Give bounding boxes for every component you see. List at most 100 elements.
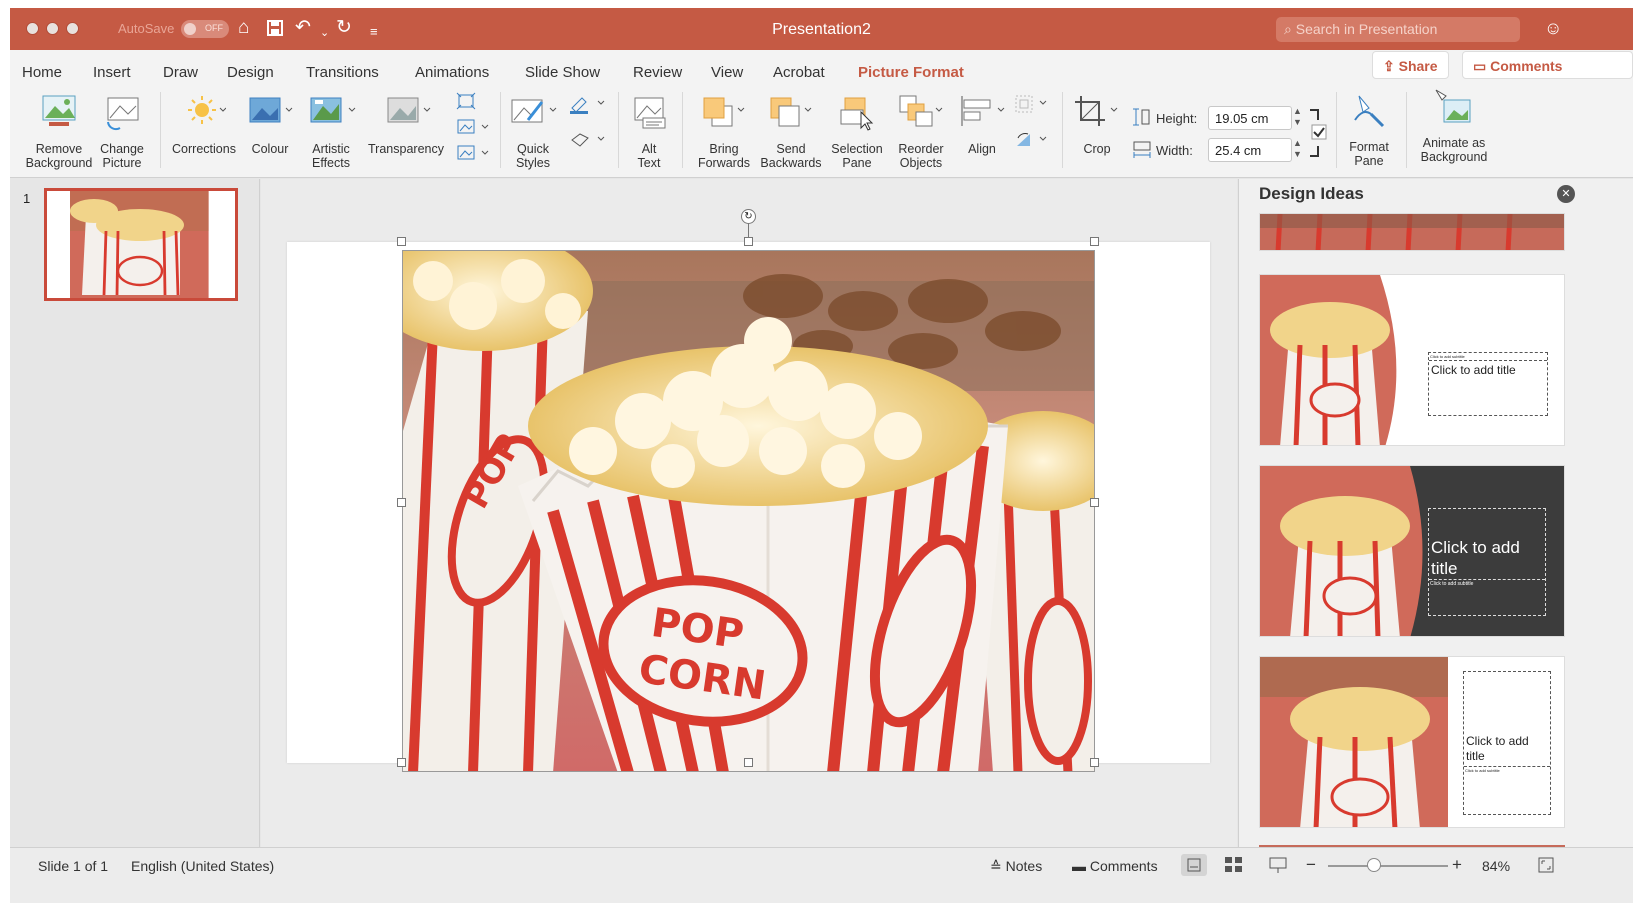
quick-styles-icon	[508, 92, 558, 136]
alt-text-button[interactable]: Alt Text	[626, 84, 672, 170]
remove-background-button[interactable]: Remove Background	[24, 84, 94, 170]
quick-styles-label-1: Quick	[517, 142, 549, 156]
bring-forwards-button[interactable]: Bring Forwards	[694, 84, 754, 170]
send-backwards-button[interactable]: Send Backwards	[758, 84, 824, 170]
resize-handle-left[interactable]	[397, 498, 406, 507]
resize-handle-top[interactable]	[744, 237, 753, 246]
slide-thumbnail[interactable]	[44, 188, 238, 301]
rotate-objects-icon[interactable]	[1014, 130, 1054, 150]
design-idea-3-title-placeholder: Click to add title Click to add subtitle	[1463, 671, 1551, 815]
reset-picture-icon[interactable]	[456, 144, 490, 162]
crop-button[interactable]: Crop	[1070, 84, 1124, 156]
rotate-handle-icon[interactable]: ↻	[741, 209, 756, 224]
tab-transitions[interactable]: Transitions	[306, 64, 379, 81]
design-idea-3-subtitle: Click to add subtitle	[1464, 766, 1550, 774]
reorder-objects-label-2: Objects	[899, 156, 943, 170]
share-button[interactable]: ⇪ Share	[1372, 51, 1449, 79]
quick-styles-button[interactable]: Quick Styles	[508, 84, 558, 170]
alt-text-label-2: Text	[637, 156, 661, 170]
animate-as-background-button[interactable]: Animate as Background	[1412, 84, 1496, 164]
height-input[interactable]: 19.05 cm	[1208, 106, 1292, 130]
corrections-label: Corrections	[172, 142, 236, 156]
comments-status-button[interactable]: ▬ Comments	[1072, 858, 1158, 874]
resize-handle-top-right[interactable]	[1090, 237, 1099, 246]
resize-handle-top-left[interactable]	[397, 237, 406, 246]
tab-picture-format[interactable]: Picture Format	[858, 64, 964, 89]
height-stepper[interactable]: ▲ ▼	[1293, 106, 1302, 128]
reorder-objects-button[interactable]: Reorder Objects	[890, 84, 952, 170]
colour-label: Colour	[251, 142, 289, 156]
reorder-objects-icon	[890, 92, 952, 136]
selection-pane-button[interactable]: Selection Pane	[828, 84, 886, 170]
app-window: AutoSave OFF ⌂ ↶ ⌄ ↻ ≡ Presentation2 ⌕ S…	[10, 8, 1633, 903]
picture-effects-icon[interactable]	[568, 130, 608, 150]
search-input[interactable]: ⌕ Search in Presentation	[1276, 17, 1520, 42]
width-stepper[interactable]: ▲ ▼	[1293, 138, 1302, 160]
transparency-button[interactable]: Transparency	[366, 84, 446, 156]
resize-handle-right[interactable]	[1090, 498, 1099, 507]
format-pane-button[interactable]: Format Pane	[1342, 84, 1396, 168]
zoom-slider-thumb[interactable]	[1367, 858, 1381, 872]
lock-aspect-ratio-checkbox[interactable]	[1308, 108, 1328, 162]
tab-review[interactable]: Review	[633, 64, 682, 81]
zoom-in-button[interactable]: +	[1452, 855, 1462, 875]
width-input[interactable]: 25.4 cm	[1208, 138, 1292, 162]
tab-acrobat[interactable]: Acrobat	[773, 64, 825, 81]
tab-insert[interactable]: Insert	[93, 64, 131, 81]
animate-background-icon	[1412, 86, 1496, 130]
comments-button[interactable]: ▭ Comments	[1462, 51, 1633, 79]
format-pane-icon	[1342, 90, 1396, 134]
align-button[interactable]: Align	[954, 84, 1010, 156]
width-label: Width:	[1156, 143, 1193, 158]
compress-pictures-icon[interactable]	[456, 92, 476, 110]
zoom-slider[interactable]	[1328, 865, 1448, 867]
ribbon-toolbar: Remove Background Change Picture Correct…	[10, 84, 1633, 178]
resize-handle-bottom-right[interactable]	[1090, 758, 1099, 767]
title-bar: AutoSave OFF ⌂ ↶ ⌄ ↻ ≡ Presentation2 ⌕ S…	[10, 8, 1633, 50]
tab-slide-show[interactable]: Slide Show	[525, 64, 600, 81]
tab-design[interactable]: Design	[227, 64, 274, 81]
tab-view[interactable]: View	[711, 64, 743, 81]
fit-to-window-icon[interactable]	[1538, 857, 1554, 873]
crop-icon	[1070, 92, 1124, 136]
close-pane-icon[interactable]: ✕	[1557, 185, 1575, 203]
status-bar: Slide 1 of 1 English (United States) ≙ N…	[10, 847, 1633, 903]
picture-border-icon[interactable]	[568, 94, 608, 114]
colour-button[interactable]: Colour	[244, 84, 296, 156]
artistic-effects-button[interactable]: Artistic Effects	[300, 84, 362, 170]
change-picture-small-icon[interactable]	[456, 118, 490, 136]
height-icon	[1132, 107, 1152, 127]
tab-animations[interactable]: Animations	[415, 64, 489, 81]
zoom-out-button[interactable]: −	[1306, 855, 1316, 875]
change-picture-button[interactable]: Change Picture	[96, 84, 148, 170]
design-idea-1-title-placeholder: Click to add subtitle Click to add title	[1428, 352, 1548, 416]
popcorn-picture[interactable]: POP POP CORN	[402, 250, 1095, 772]
design-idea-3[interactable]: Click to add title Click to add subtitle	[1259, 656, 1565, 828]
selection-pane-label-2: Pane	[842, 156, 872, 170]
animate-as-background-label-1: Animate as	[1422, 136, 1486, 150]
slide-counter: Slide 1 of 1	[38, 858, 109, 874]
design-ideas-pane: Design Ideas ✕ Click to add subtitle Cli…	[1238, 179, 1633, 849]
tab-draw[interactable]: Draw	[163, 64, 198, 81]
design-idea-1[interactable]: Click to add subtitle Click to add title	[1259, 274, 1565, 446]
artistic-effects-label-1: Artistic	[312, 142, 350, 156]
presenter-view-icon[interactable]	[1268, 856, 1288, 874]
smiley-icon[interactable]: ☺	[1544, 18, 1562, 39]
comment-icon: ▭	[1473, 58, 1491, 74]
ribbon-divider	[500, 92, 501, 168]
group-objects-icon[interactable]	[1014, 94, 1054, 114]
design-idea-2[interactable]: Click to add title Click to add subtitle	[1259, 465, 1565, 637]
notes-button[interactable]: ≙ Notes	[990, 858, 1042, 875]
normal-view-icon[interactable]	[1181, 854, 1207, 876]
design-idea-2-subtitle: Click to add subtitle	[1429, 579, 1545, 588]
transparency-icon	[366, 92, 446, 136]
zoom-level[interactable]: 84%	[1482, 858, 1510, 874]
resize-handle-bottom[interactable]	[744, 758, 753, 767]
tab-home[interactable]: Home	[22, 64, 62, 81]
corrections-button[interactable]: Corrections	[168, 84, 240, 156]
artistic-effects-icon	[300, 92, 362, 136]
slide-sorter-icon[interactable]	[1224, 856, 1244, 874]
design-idea-0[interactable]	[1259, 213, 1565, 251]
language-indicator[interactable]: English (United States)	[131, 858, 274, 874]
resize-handle-bottom-left[interactable]	[397, 758, 406, 767]
